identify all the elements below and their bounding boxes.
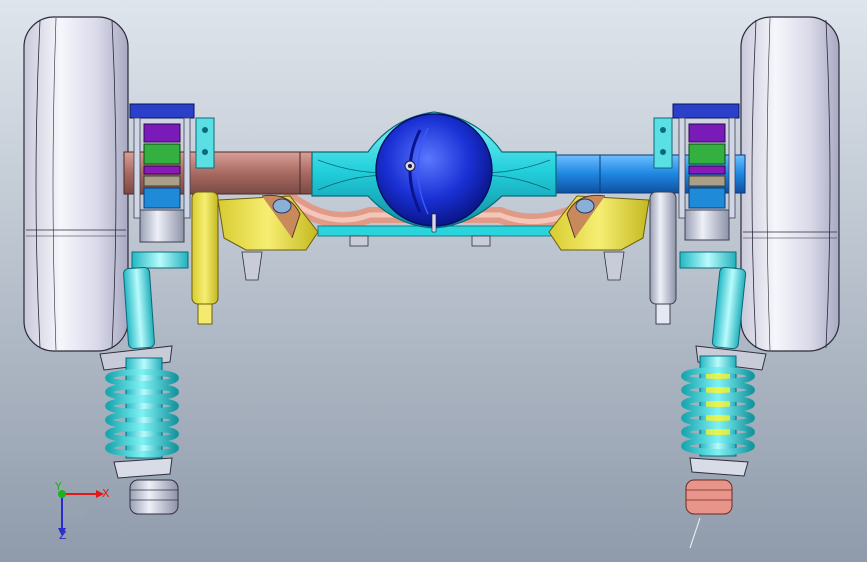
y-axis-label: Y [55, 480, 62, 493]
right-rubber-bumper [685, 479, 733, 515]
right-mount-plate [653, 117, 673, 169]
right-tire[interactable] [740, 16, 840, 352]
left-tire[interactable] [23, 16, 129, 352]
z-axis-label: Z [59, 529, 67, 542]
orientation-triad[interactable]: X Y Z [44, 480, 114, 542]
right-coil-spring [681, 367, 755, 455]
cad-viewport[interactable]: X Y Z [0, 0, 867, 562]
left-rubber-bumper [129, 479, 179, 515]
left-mount-plate [195, 117, 215, 169]
left-coil-spring [105, 369, 179, 457]
left-spring-pack[interactable] [129, 103, 195, 243]
axle-assembly-model[interactable] [0, 0, 867, 562]
differential-cover[interactable] [375, 113, 493, 227]
x-axis-label: X [102, 487, 110, 500]
